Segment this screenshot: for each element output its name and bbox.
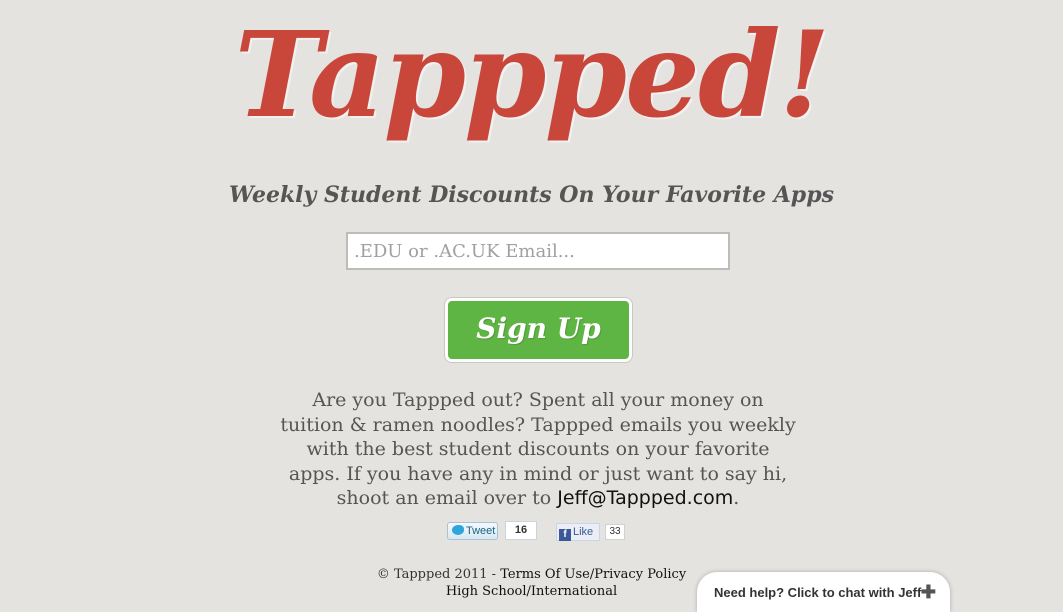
terms-link[interactable]: Terms Of Use/Privacy Policy: [500, 567, 686, 582]
chat-widget-label: Need help? Click to chat with Jeff: [714, 585, 922, 600]
contact-email-link[interactable]: Jeff@Tappped.com: [557, 487, 733, 509]
high-school-international-link[interactable]: High School/International: [446, 584, 617, 599]
tweet-count: 16: [505, 521, 537, 540]
chat-widget[interactable]: Need help? Click to chat with Jeff ✚: [697, 572, 950, 612]
like-count: 33: [605, 524, 625, 540]
email-input[interactable]: [346, 232, 730, 270]
tagline: Weekly Student Discounts On Your Favorit…: [229, 182, 834, 208]
logo: Tappped!: [234, 5, 831, 144]
description-trailing: .: [733, 487, 740, 509]
description: Are you Tappped out? Spent all your mone…: [280, 388, 796, 511]
tweet-button[interactable]: Tweet: [447, 522, 498, 540]
facebook-like-button[interactable]: f Like: [556, 523, 600, 541]
tweet-label: Tweet: [466, 525, 496, 537]
facebook-icon: f: [559, 529, 571, 541]
like-label: Like: [573, 526, 594, 538]
twitter-bird-icon: [452, 525, 464, 535]
sign-up-button[interactable]: Sign Up: [445, 298, 632, 362]
copyright-text: © Tappped 2011 -: [376, 567, 501, 582]
